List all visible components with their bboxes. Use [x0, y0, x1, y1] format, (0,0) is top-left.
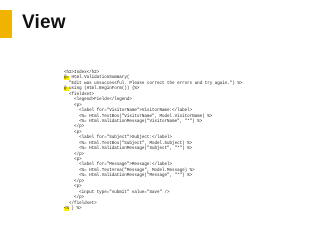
code-line: <% } %>: [64, 206, 82, 211]
slide-title: View: [22, 12, 66, 33]
code-listing: <h2>Index</h2> @= Html.ValidationSummary(…: [64, 71, 269, 231]
title-accent-bar: [0, 10, 12, 38]
